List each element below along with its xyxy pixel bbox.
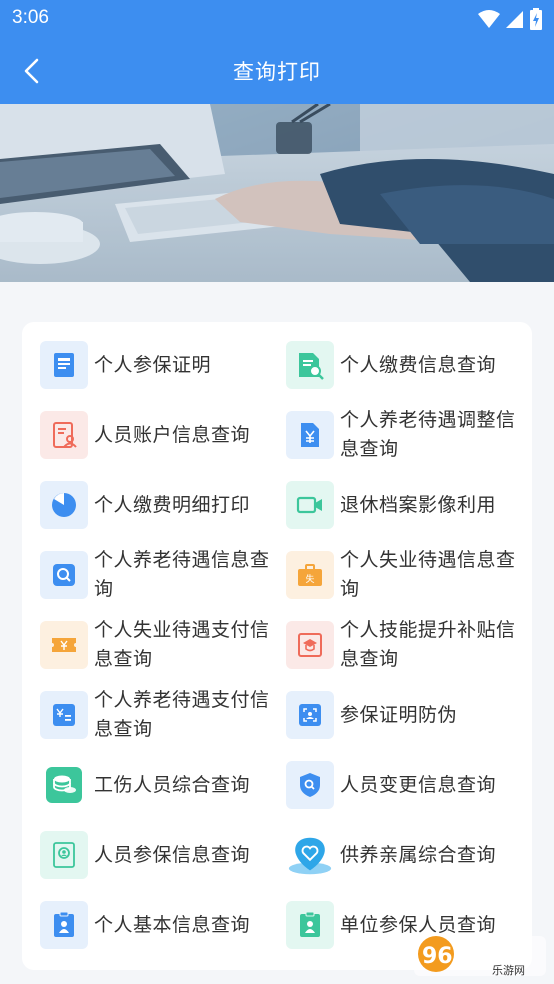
menu-item-label: 个人养老待遇调整信息查询 xyxy=(340,409,516,460)
menu-item-label: 个人养老待遇支付信息查询 xyxy=(94,689,270,740)
menu-item-label: 人员变更信息查询 xyxy=(340,773,497,796)
watermark-subtext: 乐游网 xyxy=(492,964,525,977)
yuan-card-icon xyxy=(40,691,88,739)
search-icon xyxy=(40,551,88,599)
ticket-icon xyxy=(40,621,88,669)
svg-text:失: 失 xyxy=(305,573,314,585)
menu-item-pension-adjustment-query[interactable]: 个人养老待遇调整信息查询 xyxy=(286,404,526,466)
menu-item-label: 供养亲属综合查询 xyxy=(340,843,497,866)
wifi-icon xyxy=(478,10,500,28)
query-menu-card: 个人参保证明 个人缴费信息查询 人员账户信息查询 个人养老待遇调整信息查询 个人… xyxy=(22,322,532,970)
signal-icon xyxy=(506,11,523,28)
menu-item-pension-info-query[interactable]: 个人养老待遇信息查询 xyxy=(40,544,280,606)
briefcase-icon: 失 xyxy=(286,551,334,599)
menu-item-label: 个人技能提升补贴信息查询 xyxy=(340,619,516,670)
account-icon xyxy=(40,411,88,459)
page-title: 查询打印 xyxy=(233,60,321,84)
menu-item-label: 个人失业待遇信息查询 xyxy=(340,549,516,600)
menu-item-label: 参保证明防伪 xyxy=(340,703,458,726)
person-badge-icon xyxy=(40,901,88,949)
menu-item-unemployment-info-query[interactable]: 失 个人失业待遇信息查询 xyxy=(286,544,526,606)
graduation-cap-icon xyxy=(286,621,334,669)
menu-item-label: 个人参保证明 xyxy=(94,353,212,376)
nav-bar: 查询打印 xyxy=(0,38,554,104)
menu-item-label: 退休档案影像利用 xyxy=(340,493,497,516)
heart-location-icon xyxy=(286,831,334,879)
menu-item-account-info-query[interactable]: 人员账户信息查询 xyxy=(40,404,280,466)
menu-item-label: 人员参保信息查询 xyxy=(94,843,251,866)
menu-item-label: 个人缴费信息查询 xyxy=(340,353,497,376)
menu-item-unemployment-payment-query[interactable]: 个人失业待遇支付信息查询 xyxy=(40,614,280,676)
person-card-icon xyxy=(40,831,88,879)
menu-item-work-injury-query[interactable]: 工伤人员综合查询 xyxy=(40,754,280,816)
menu-item-insurance-info-query[interactable]: 人员参保信息查询 xyxy=(40,824,280,886)
menu-item-label: 个人缴费明细打印 xyxy=(94,493,251,516)
id-badge-icon xyxy=(286,901,334,949)
yuan-document-icon xyxy=(286,411,334,459)
menu-item-personnel-change-query[interactable]: 人员变更信息查询 xyxy=(286,754,526,816)
menu-item-pension-payment-query[interactable]: 个人养老待遇支付信息查询 xyxy=(40,684,280,746)
payment-search-icon xyxy=(286,341,334,389)
status-time: 3:06 xyxy=(12,7,49,28)
pie-chart-icon xyxy=(40,481,88,529)
scan-icon xyxy=(286,691,334,739)
shield-search-icon xyxy=(286,761,334,809)
menu-item-basic-info-query[interactable]: 个人基本信息查询 xyxy=(40,894,280,956)
menu-item-label: 工伤人员综合查询 xyxy=(94,773,251,796)
menu-item-personal-insurance-certificate[interactable]: 个人参保证明 xyxy=(40,334,280,396)
status-bar: 3:06 xyxy=(0,0,554,38)
menu-item-certificate-anti-counterfeit[interactable]: 参保证明防伪 xyxy=(286,684,526,746)
menu-item-skill-subsidy-query[interactable]: 个人技能提升补贴信息查询 xyxy=(286,614,526,676)
status-icons xyxy=(478,8,542,30)
watermark-logo: 962.NET 乐游网 xyxy=(412,930,550,980)
video-icon xyxy=(286,481,334,529)
menu-item-label: 个人养老待遇信息查询 xyxy=(94,549,270,600)
battery-icon xyxy=(530,8,542,30)
menu-item-payment-detail-print[interactable]: 个人缴费明细打印 xyxy=(40,474,280,536)
menu-item-retirement-archive[interactable]: 退休档案影像利用 xyxy=(286,474,526,536)
menu-item-label: 个人基本信息查询 xyxy=(94,913,251,936)
menu-item-dependent-relatives-query[interactable]: 供养亲属综合查询 xyxy=(286,824,526,886)
menu-item-payment-info-query[interactable]: 个人缴费信息查询 xyxy=(286,334,526,396)
menu-item-label: 人员账户信息查询 xyxy=(94,423,251,446)
coins-icon xyxy=(40,761,88,809)
certificate-icon xyxy=(40,341,88,389)
menu-item-label: 个人失业待遇支付信息查询 xyxy=(94,619,270,670)
banner-image xyxy=(0,104,554,282)
